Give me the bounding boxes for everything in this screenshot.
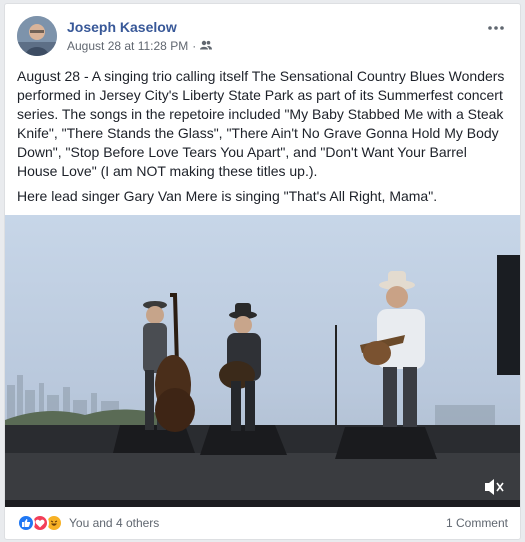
more-options-button[interactable] bbox=[484, 16, 508, 36]
reactions-summary[interactable]: You and 4 others bbox=[17, 514, 159, 532]
post-footer: You and 4 others 1 Comment bbox=[17, 512, 508, 534]
post-paragraph: Here lead singer Gary Van Mere is singin… bbox=[17, 188, 438, 204]
post-body: August 28 - A singing trio calling itsel… bbox=[17, 67, 509, 212]
comments-count-link[interactable]: 1 Comment bbox=[446, 516, 508, 530]
post-meta: August 28 at 11:28 PM · bbox=[67, 39, 213, 53]
meta-separator: · bbox=[192, 39, 197, 53]
reactions-label[interactable]: You and 4 others bbox=[69, 516, 159, 530]
post-header: Joseph Kaselow August 28 at 11:28 PM · bbox=[17, 16, 508, 60]
video-frame bbox=[5, 215, 520, 507]
post-card: Joseph Kaselow August 28 at 11:28 PM · A… bbox=[4, 3, 521, 540]
post-paragraph: August 28 - A singing trio calling itsel… bbox=[17, 68, 505, 179]
author-name[interactable]: Joseph Kaselow bbox=[67, 19, 177, 35]
like-icon bbox=[17, 514, 35, 532]
post-timestamp[interactable]: August 28 at 11:28 PM bbox=[67, 39, 188, 53]
author-avatar[interactable] bbox=[17, 16, 57, 56]
friends-icon[interactable] bbox=[200, 39, 213, 53]
more-dots-icon bbox=[488, 17, 504, 35]
video-player[interactable] bbox=[5, 215, 520, 507]
